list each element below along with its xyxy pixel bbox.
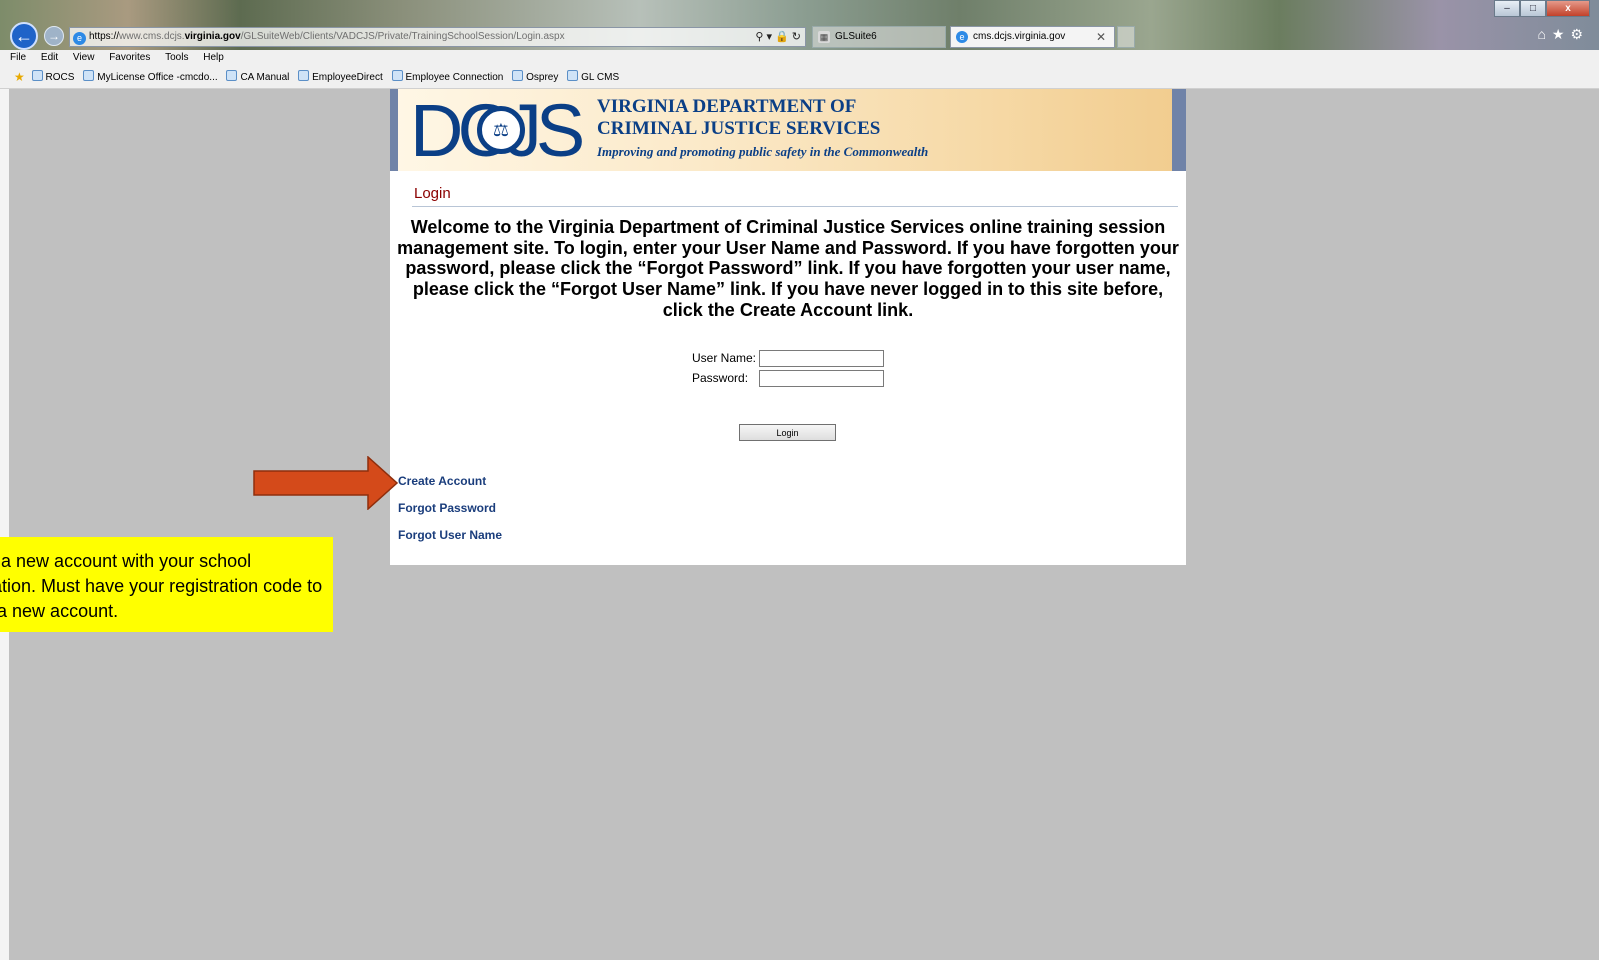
tab-glsuite6[interactable]: ▦ GLSuite6 [812,26,946,48]
page-icon [298,70,310,81]
org-tagline: Improving and promoting public safety in… [597,144,929,159]
ie-page-icon: e [956,31,968,43]
url-path: /GLSuiteWeb/Clients/VADCJS/Private/Train… [240,31,565,42]
favorite-mylicense[interactable]: MyLicense Office -cmcdo... [83,70,218,83]
browser-tools[interactable]: ⌂★⚙ [1537,26,1589,43]
password-input[interactable] [759,370,884,387]
page-title: Login [414,185,451,202]
forgot-password-link[interactable]: Forgot Password [398,501,496,515]
forgot-username-link[interactable]: Forgot User Name [398,528,502,542]
tab-cms-dcjs[interactable]: e cms.dcjs.virginia.gov ✕ [950,26,1115,48]
url-scheme: https:// [89,31,120,42]
address-bar[interactable]: e https://www.cms.dcjs.virginia.gov/GLSui… [69,27,806,47]
ie-page-icon: e [73,32,86,45]
browser-chrome: – □ x ← → e https://www.cms.dcjs.virginia… [0,0,1599,50]
login-button[interactable]: Login [739,424,836,441]
favorites-star-icon[interactable]: ★ [14,68,25,84]
menu-file[interactable]: File [10,52,26,63]
annotation-arrow-icon [253,456,399,510]
url-host-prefix: www.cms.dcjs. [119,31,185,42]
tab-label: cms.dcjs.virginia.gov [973,31,1066,42]
favorite-label: Osprey [526,72,559,83]
callout-text: Create a new account with your school in… [0,551,323,621]
address-bar-icons[interactable]: ⚲ ▾ 🔒 ↻ [755,28,801,46]
minimize-button[interactable]: – [1494,0,1520,17]
favorite-label: EmployeeDirect [312,72,383,83]
close-icon[interactable]: ✕ [1096,27,1106,47]
favorite-employee-connection[interactable]: Employee Connection [391,70,504,83]
forward-arrow-icon[interactable]: → [44,26,64,46]
favorite-employeedirect[interactable]: EmployeeDirect [298,70,383,83]
org-name-line2: CRIMINAL JUSTICE SERVICES [597,118,881,139]
favorite-label: CA Manual [240,72,290,83]
favorites-bar: ★ ROCS MyLicense Office -cmcdo... CA Man… [0,68,1599,89]
seal-icon: ⚖ [477,106,525,154]
page-icon [391,70,403,81]
menu-view[interactable]: View [73,52,95,63]
back-arrow-icon[interactable]: ← [10,22,38,50]
window-controls: – □ x [1494,0,1590,18]
org-name-line1: VIRGINIA DEPARTMENT OF [597,96,857,117]
menu-bar: File Edit View Favorites Tools Help [0,50,1599,68]
url-host-domain: virginia.gov [184,31,241,42]
favorite-rocs[interactable]: ROCS [31,70,75,83]
menu-tools[interactable]: Tools [165,52,188,63]
username-input[interactable] [759,350,884,367]
close-window-button[interactable]: x [1546,0,1590,17]
menu-edit[interactable]: Edit [41,52,58,63]
tab-label: GLSuite6 [835,31,877,42]
grid-icon: ▦ [818,31,830,43]
new-tab-button[interactable] [1117,26,1135,48]
page-margin [0,89,9,960]
menu-help[interactable]: Help [203,52,224,63]
page-icon [512,70,524,81]
banner-left-bar [390,89,398,171]
title-divider [412,206,1178,207]
favorite-gl-cms[interactable]: GL CMS [567,70,620,83]
favorite-label: Employee Connection [405,72,504,83]
maximize-button[interactable]: □ [1520,0,1546,17]
banner-right-bar [1172,89,1186,171]
favorite-label: MyLicense Office -cmcdo... [97,72,218,83]
favorite-label: GL CMS [581,72,620,83]
grid-icon [567,70,579,81]
page-icon [31,70,43,81]
favorite-label: ROCS [45,72,75,83]
annotation-callout: Create a new account with your school in… [0,537,333,632]
dcjs-banner: DCJS ⚖ VIRGINIA DEPARTMENT OF CRIMINAL J… [390,89,1186,171]
page-icon [83,70,95,81]
favorite-ca-manual[interactable]: CA Manual [226,70,290,83]
create-account-link[interactable]: Create Account [398,474,486,488]
username-label: User Name: [692,351,757,365]
login-page: DCJS ⚖ VIRGINIA DEPARTMENT OF CRIMINAL J… [390,89,1186,565]
password-label: Password: [692,371,749,385]
page-icon [226,70,238,81]
favorite-osprey[interactable]: Osprey [512,70,559,83]
welcome-message: Welcome to the Virginia Department of Cr… [397,217,1179,320]
menu-favorites[interactable]: Favorites [109,52,150,63]
